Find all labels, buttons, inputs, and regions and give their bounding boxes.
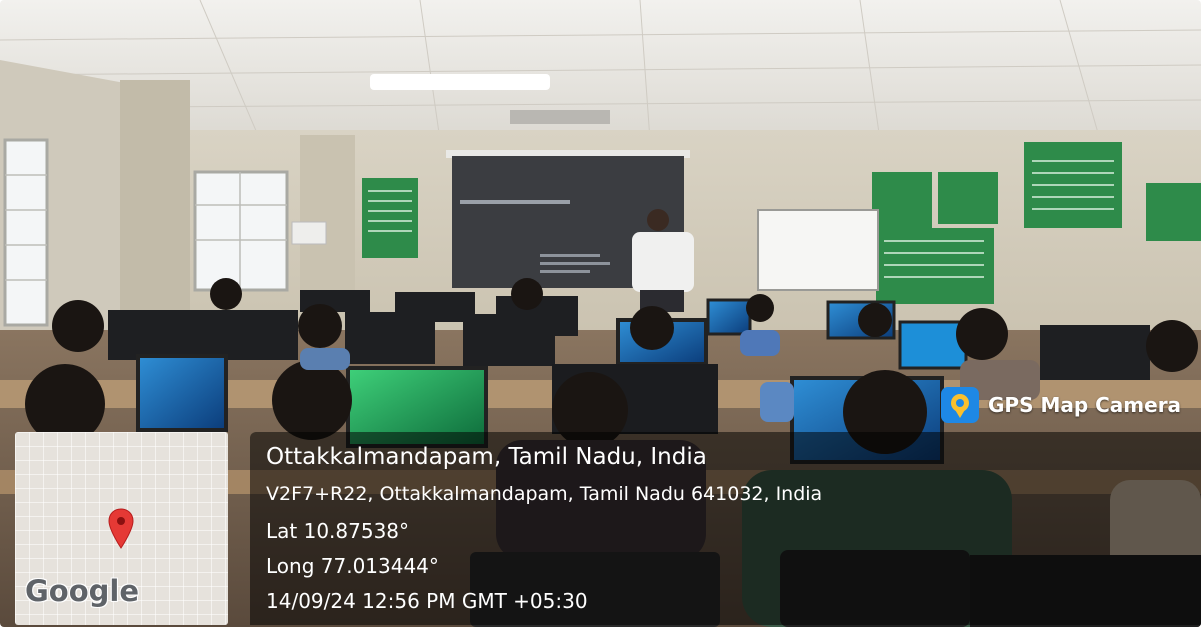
google-logo: Google: [25, 574, 140, 608]
location-info-panel: Ottakkalmandapam, Tamil Nadu, India V2F7…: [250, 432, 1201, 625]
map-thumbnail: Google: [15, 432, 228, 625]
location-title: Ottakkalmandapam, Tamil Nadu, India: [266, 444, 707, 470]
location-pin-icon: [108, 508, 134, 549]
timestamp-line: 14/09/24 12:56 PM GMT +05:30: [266, 589, 588, 613]
gps-camera-app-icon: [941, 387, 979, 423]
address-line: V2F7+R22, Ottakkalmandapam, Tamil Nadu 6…: [266, 483, 823, 505]
gps-map-camera-badge: GPS Map Camera: [940, 386, 1181, 424]
gps-map-camera-title: GPS Map Camera: [988, 393, 1182, 417]
latitude-line: Lat 10.87538°: [266, 519, 410, 543]
classroom-photo: GPS Map Camera Google Ottakkalmandapam, …: [0, 0, 1201, 627]
longitude-line: Long 77.013444°: [266, 554, 439, 578]
